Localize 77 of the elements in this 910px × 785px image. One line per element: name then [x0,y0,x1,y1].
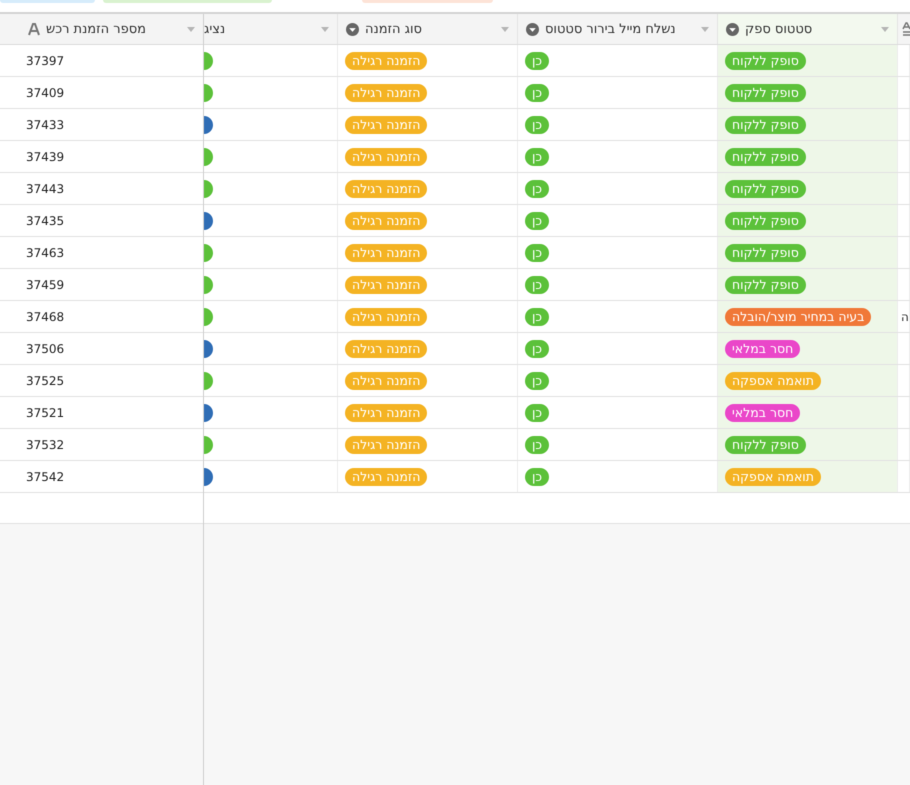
order-number: 37468 [26,310,64,324]
status-tag: כן [525,468,550,486]
status-tag: סופק ללקוח [725,116,806,134]
caret-icon[interactable] [187,26,195,32]
status-tag: הזמנה רגילה [345,404,428,422]
order-number: 37525 [26,374,64,388]
status-tag: סופק ללקוח [725,84,806,102]
status-tag: כן [525,308,550,326]
view-tab[interactable] [362,0,493,3]
status-tag: הזמנה רגילה [345,244,428,262]
order-number: 37521 [26,406,64,420]
dropdown-field-icon [526,22,539,36]
status-tag: כן [525,84,550,102]
add-row[interactable] [0,493,203,524]
order-number: 37443 [26,182,64,196]
order-number: 37435 [26,214,64,228]
status-tag: הזמנה רגילה [345,148,428,166]
order-number: 37542 [26,470,64,484]
text-field-icon [28,22,40,36]
status-tag: כן [525,276,550,294]
status-tag: כן [525,52,550,70]
view-tab[interactable] [0,0,95,3]
status-tag: הזמנה רגילה [345,340,428,358]
order-number: 37506 [26,342,64,356]
order-number: 37439 [26,150,64,164]
order-number: 37532 [26,438,64,452]
status-tag: כן [525,372,550,390]
status-tag: הזמנה רגילה [345,52,428,70]
order-number: 37397 [26,54,64,68]
status-tag: סופק ללקוח [725,52,806,70]
status-tag: הזמנה רגילה [345,116,428,134]
highlighted-column-header[interactable]: סטטוס ספק [718,14,898,44]
status-tag: כן [525,404,550,422]
dropdown-field-icon [726,22,739,36]
status-tag: תואמה אספקה [725,468,821,486]
status-tag: כן [525,116,550,134]
status-tag: סופק ללקוח [725,436,806,454]
status-tag: סופק ללקוח [725,276,806,294]
order-number: 37459 [26,278,64,292]
status-tag: סופק ללקוח [725,148,806,166]
caret-icon[interactable] [881,26,889,32]
status-tag: כן [525,148,550,166]
status-tag: כן [525,244,550,262]
status-tag: כן [525,180,550,198]
status-tag: הזמנה רגילה [345,84,428,102]
status-tag: חסר במלאי [725,340,800,358]
dropdown-field-icon [346,22,359,36]
status-tag: הזמנה רגילה [345,276,428,294]
caret-icon[interactable] [701,26,709,32]
status-tag: סופק ללקוח [725,180,806,198]
column-header[interactable]: סוג הזמנה [365,22,422,36]
caret-icon[interactable] [501,26,509,32]
status-tag: כן [525,212,550,230]
status-tag: הזמנה רגילה [345,436,428,454]
status-tag: סופק ללקוח [725,244,806,262]
column-header[interactable]: סטטוס ספק [745,22,812,36]
order-number: 37433 [26,118,64,132]
status-tag: הזמנה רגילה [345,212,428,230]
view-tab[interactable] [103,0,272,3]
add-row[interactable] [204,493,910,524]
order-number: 37463 [26,246,64,260]
status-tag: חסר במלאי [725,404,800,422]
caret-icon[interactable] [321,26,329,32]
status-tag: הזמנה רגילה [345,308,428,326]
column-header[interactable]: נשלח מייל בירור סטטוס [545,22,676,36]
status-tag: כן [525,340,550,358]
status-tag: סופק ללקוח [725,212,806,230]
table-cell: ה [901,310,909,324]
status-tag: בעיה במחיר מוצר/הובלה [725,308,872,326]
status-tag: הזמנה רגילה [345,468,428,486]
status-tag: הזמנה רגילה [345,180,428,198]
status-tag: כן [525,436,550,454]
column-header[interactable]: מספר הזמנת רכש [46,22,146,36]
status-tag: תואמה אספקה [725,372,821,390]
column-header[interactable]: נציג [204,22,226,36]
order-number: 37409 [26,86,64,100]
status-tag: הזמנה רגילה [345,372,428,390]
